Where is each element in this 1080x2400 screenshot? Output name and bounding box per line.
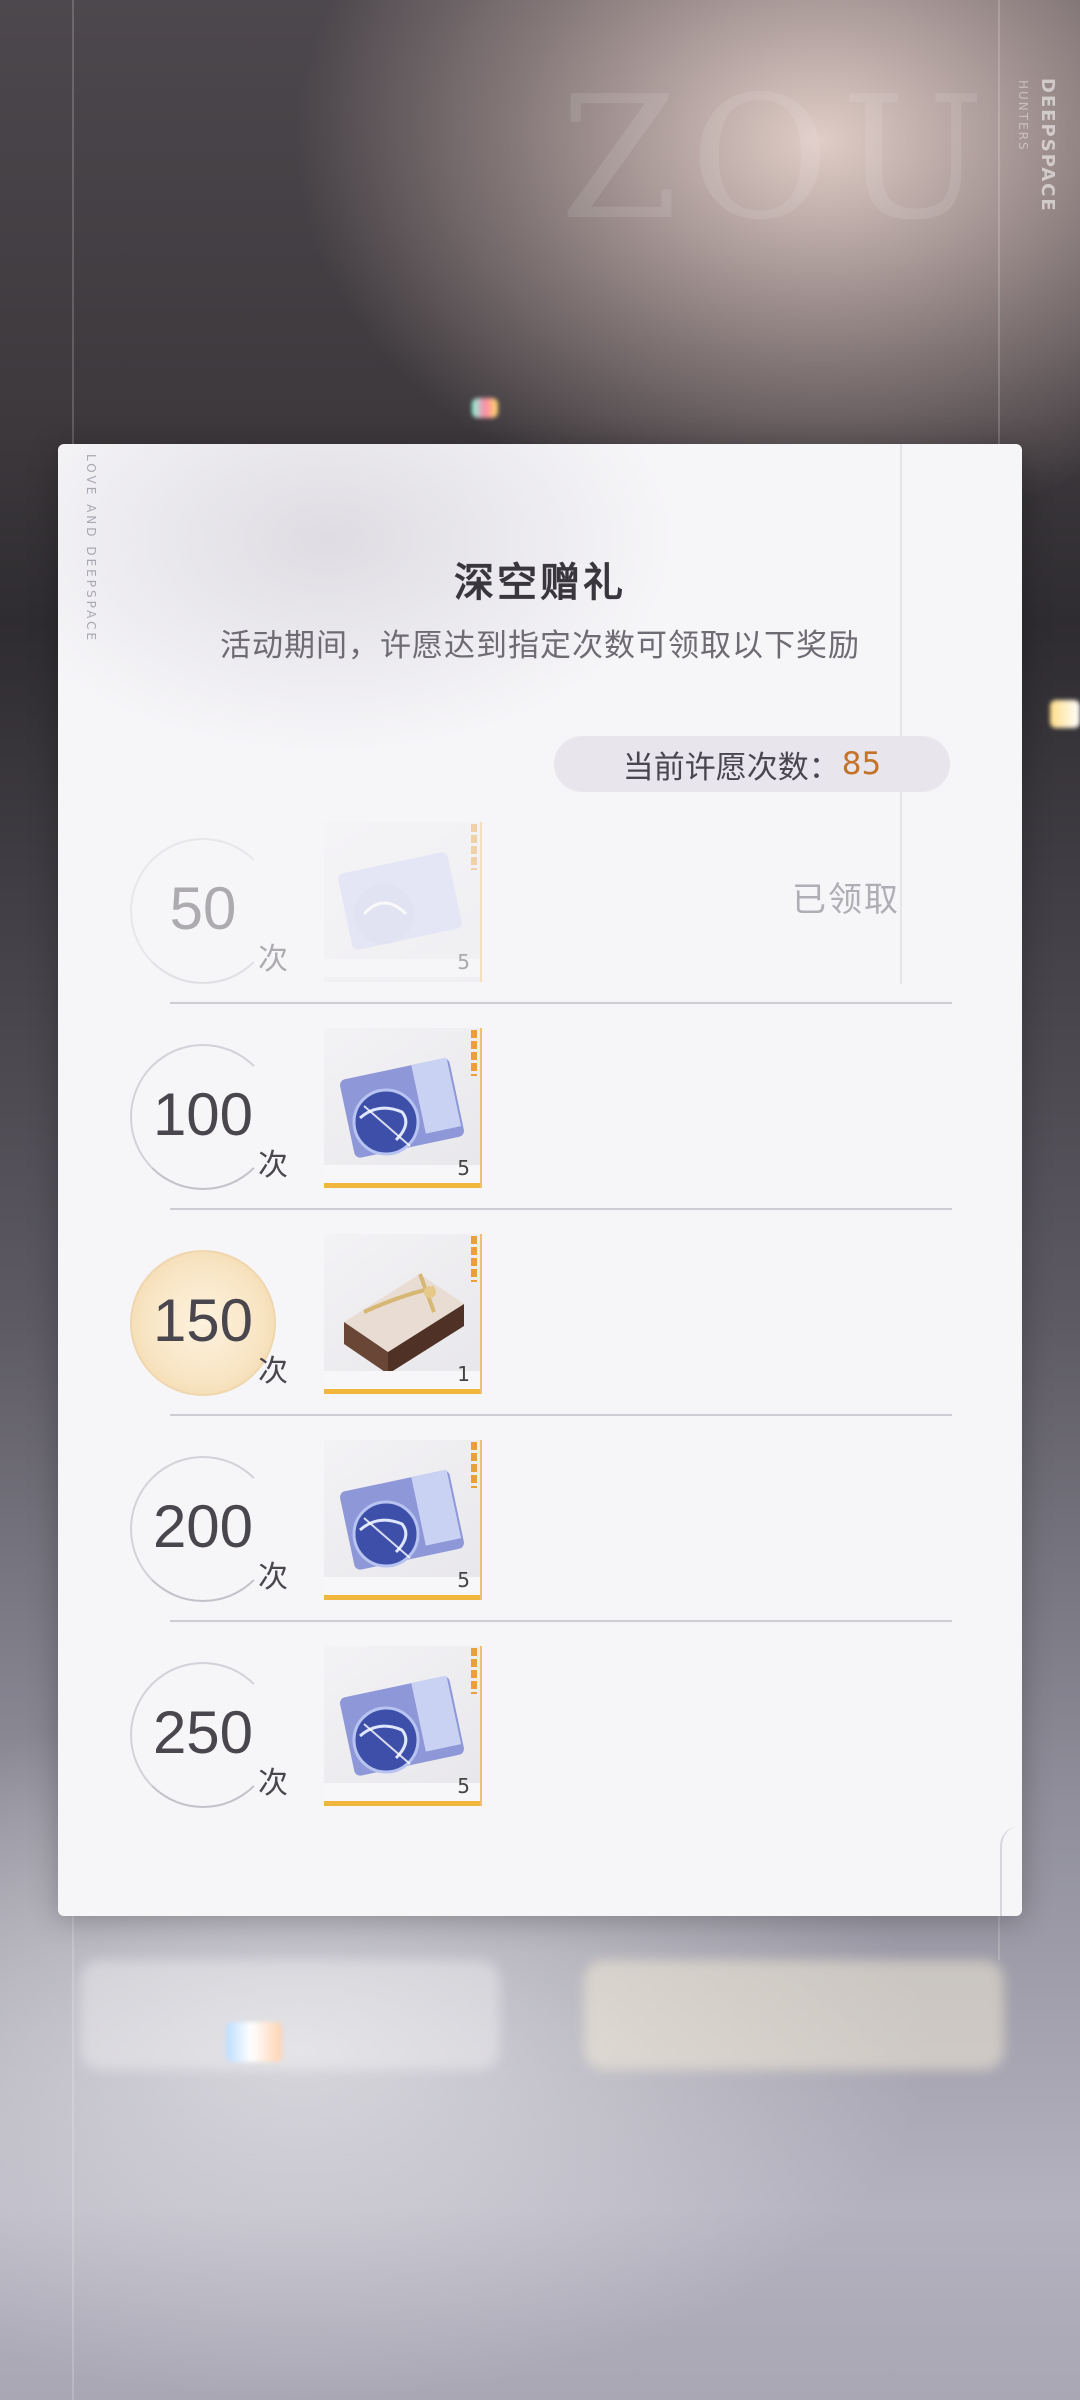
milestone-unit: 次 xyxy=(258,1766,288,1801)
reward-item[interactable]: 5 xyxy=(324,1440,482,1600)
milestone-unit: 次 xyxy=(258,1354,288,1389)
row-divider xyxy=(170,1620,952,1622)
item-quantity: 5 xyxy=(457,1156,470,1180)
brand-logo: DEEPSPACE xyxy=(1037,78,1058,213)
background-blur-button xyxy=(584,1960,1004,2070)
reward-panel: LOVE AND DEEPSPACE 深空赠礼 活动期间，许愿达到指定次数可领取… xyxy=(58,444,1022,1916)
item-quantity: 5 xyxy=(457,1568,470,1592)
reward-item[interactable]: 5 xyxy=(324,822,482,982)
milestone-threshold: 200 xyxy=(152,1493,254,1560)
reward-item[interactable]: 1 xyxy=(324,1234,482,1394)
rarity-bar xyxy=(324,1183,480,1188)
panel-vertical-text: LOVE AND DEEPSPACE xyxy=(84,454,98,644)
reward-item[interactable]: 5 xyxy=(324,1028,482,1188)
rarity-stars xyxy=(471,1236,477,1282)
panel-title: 深空赠礼 xyxy=(454,560,626,606)
background-blur-button xyxy=(80,1960,500,2070)
milestone-row[interactable]: 250 次 5 xyxy=(58,1646,1022,1852)
milestone-row[interactable]: 100 次 5 xyxy=(58,1028,1022,1234)
milestone-unit: 次 xyxy=(258,942,288,977)
sparkle-decoration xyxy=(472,398,498,418)
claimed-status: 已领取 xyxy=(792,880,900,920)
rarity-stars xyxy=(471,1030,477,1076)
wish-count-badge: 当前许愿次数： 85 xyxy=(554,736,950,792)
rarity-stars xyxy=(471,1648,477,1694)
item-quantity: 1 xyxy=(457,1362,470,1386)
rarity-bar xyxy=(324,1595,480,1600)
milestone-row[interactable]: 50 次 5 已领取 xyxy=(58,822,1022,1028)
sparkle-decoration xyxy=(1050,700,1080,728)
panel-decoration xyxy=(1000,1826,1022,1916)
rarity-bar xyxy=(324,1389,480,1394)
brand-sub-text: HUNTERS xyxy=(1016,80,1030,152)
milestone-threshold: 250 xyxy=(152,1699,254,1766)
wish-count-value: 85 xyxy=(841,746,882,782)
rarity-stars xyxy=(471,824,477,870)
panel-subtitle: 活动期间，许愿达到指定次数可领取以下奖励 xyxy=(220,628,860,664)
item-quantity: 5 xyxy=(457,1774,470,1798)
wish-count-label: 当前许愿次数： xyxy=(622,749,840,786)
milestone-threshold: 50 xyxy=(169,875,237,942)
milestone-unit: 次 xyxy=(258,1148,288,1183)
reward-item[interactable]: 5 xyxy=(324,1646,482,1806)
milestone-row[interactable]: 200 次 5 xyxy=(58,1440,1022,1646)
row-divider xyxy=(170,1208,952,1210)
row-divider xyxy=(170,1414,952,1416)
milestone-row[interactable]: 150 次 1 xyxy=(58,1234,1022,1440)
row-divider xyxy=(170,1002,952,1004)
milestone-threshold: 150 xyxy=(152,1287,254,1354)
background-watermark: ZOU xyxy=(560,60,997,258)
rarity-bar xyxy=(324,1801,480,1806)
milestone-unit: 次 xyxy=(258,1560,288,1595)
rarity-stars xyxy=(471,1442,477,1488)
milestone-threshold: 100 xyxy=(152,1081,254,1148)
item-quantity: 5 xyxy=(457,950,470,974)
